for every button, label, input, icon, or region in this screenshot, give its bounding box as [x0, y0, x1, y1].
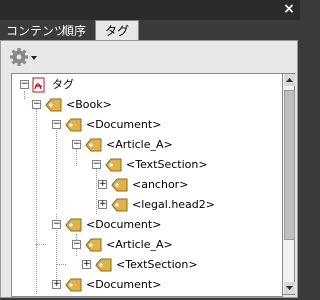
tab-order[interactable]: 順序 — [57, 22, 91, 40]
scroll-up-button[interactable] — [284, 74, 295, 86]
tree-line — [24, 91, 25, 99]
options-menu-button[interactable] — [9, 47, 39, 67]
tag-tree: − タグ − <Book> − <Document> − <Article_A>… — [11, 73, 283, 297]
tree-node-label: <Document> — [86, 218, 162, 231]
tree-line — [96, 164, 97, 214]
panel-toolbar — [1, 41, 297, 73]
tree-node-label: <legal.head2> — [132, 198, 215, 211]
collapse-icon[interactable]: − — [72, 240, 81, 249]
tree-node-label: <Article_A> — [106, 238, 173, 251]
collapse-icon[interactable]: − — [52, 220, 61, 229]
expand-icon[interactable]: + — [98, 200, 107, 209]
tree-root-label: タグ — [52, 78, 74, 91]
tree-node-label: <anchor> — [132, 178, 189, 191]
tree-node-label: <Article_A> — [106, 138, 173, 151]
close-button[interactable]: × — [282, 1, 296, 17]
collapse-icon[interactable]: − — [72, 140, 81, 149]
tree-node-label: <Document> — [86, 118, 162, 131]
tree-line — [36, 244, 46, 245]
tree-line — [56, 264, 66, 265]
tree-node-label: <TextSection> — [116, 258, 198, 271]
chevron-down-icon — [31, 56, 37, 60]
tag-icon — [64, 277, 82, 293]
collapse-icon[interactable]: − — [20, 80, 29, 89]
expand-icon[interactable]: + — [98, 180, 107, 189]
tag-icon — [110, 197, 128, 213]
tab-bar: コンテンツ 順序 タグ — [0, 20, 300, 41]
collapse-icon[interactable]: − — [32, 100, 41, 109]
tab-tags[interactable]: タグ — [95, 20, 140, 41]
tag-icon — [44, 97, 62, 113]
tree-node-label: <TextSection> — [126, 158, 208, 171]
tag-icon — [84, 137, 102, 153]
expand-icon[interactable]: + — [82, 260, 91, 269]
gear-icon — [10, 48, 37, 66]
tree-line — [56, 124, 57, 209]
tag-icon — [104, 157, 122, 173]
collapse-icon[interactable]: − — [52, 120, 61, 129]
tag-icon — [110, 177, 128, 193]
tree-line — [36, 104, 37, 294]
tree-scrollbar[interactable] — [282, 73, 295, 295]
tag-icon — [94, 257, 112, 273]
tag-icon — [64, 117, 82, 133]
tag-icon — [64, 217, 82, 233]
scroll-thumb[interactable] — [284, 90, 295, 240]
tags-panel: − タグ − <Book> − <Document> − <Article_A>… — [0, 40, 298, 298]
tree-node-label: <Book> — [66, 98, 112, 111]
panel-titlebar: × — [0, 0, 300, 20]
collapse-icon[interactable]: − — [92, 160, 101, 169]
expand-icon[interactable]: + — [52, 280, 61, 289]
pdf-icon — [30, 77, 48, 93]
tag-icon — [84, 237, 102, 253]
tree-node-label: <Document> — [86, 278, 162, 291]
scroll-down-button[interactable] — [284, 282, 295, 294]
